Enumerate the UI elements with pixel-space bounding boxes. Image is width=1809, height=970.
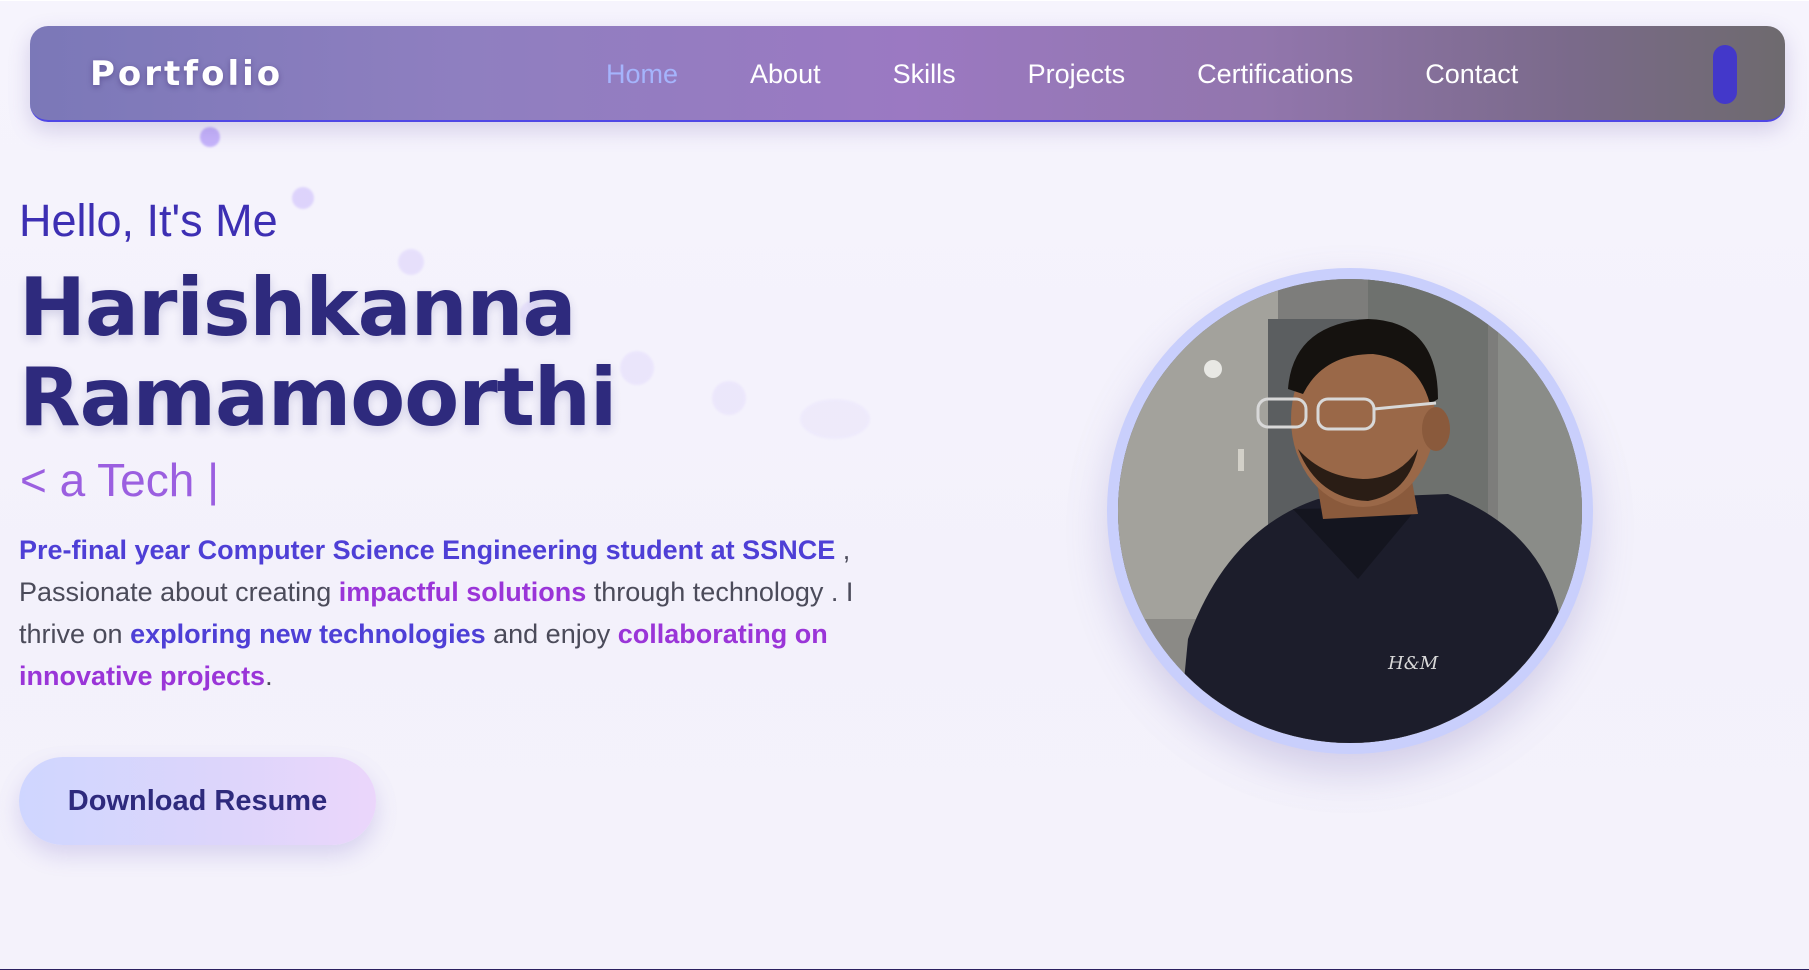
hero-name-last: Ramamoorthi	[19, 351, 617, 444]
page: Portfolio Home About Skills Projects Cer…	[0, 1, 1809, 969]
bio-highlight: exploring new technologies	[130, 619, 486, 649]
menu-toggle-icon[interactable]	[1713, 45, 1737, 104]
logo[interactable]: Portfolio	[90, 54, 283, 94]
particle-decoration	[712, 381, 746, 415]
nav-link-skills[interactable]: Skills	[893, 59, 956, 90]
nav-link-home[interactable]: Home	[606, 59, 678, 90]
bio-text: and enjoy	[485, 619, 618, 649]
particle-decoration	[200, 127, 220, 147]
nav-link-certifications[interactable]: Certifications	[1197, 59, 1353, 90]
typed-role-text: < a Tech |	[20, 454, 220, 506]
hero-name: Harishkanna Ramamoorthi	[19, 261, 617, 444]
nav-links: Home About Skills Projects Certification…	[606, 26, 1590, 122]
download-resume-button[interactable]: Download Resume	[19, 757, 376, 845]
bio-highlight: impactful solutions	[338, 577, 587, 607]
nav-link-contact[interactable]: Contact	[1425, 59, 1518, 90]
navbar: Portfolio Home About Skills Projects Cer…	[30, 26, 1785, 122]
bio-highlight: Pre-final year Computer Science Engineer…	[19, 535, 836, 565]
hero-name-first: Harishkanna	[19, 261, 576, 354]
hero-greeting: Hello, It's Me	[19, 195, 278, 246]
particle-decoration	[620, 351, 654, 385]
svg-text:H&M: H&M	[1387, 653, 1439, 674]
particle-decoration	[292, 187, 314, 209]
nav-link-about[interactable]: About	[750, 59, 821, 90]
nav-link-projects[interactable]: Projects	[1028, 59, 1126, 90]
profile-photo: H&M	[1118, 279, 1582, 743]
profile-photo-illustration: H&M	[1118, 279, 1582, 743]
bio-text: .	[265, 661, 273, 691]
hero-bio: Pre-final year Computer Science Engineer…	[19, 529, 869, 697]
avatar-ring: H&M	[1107, 268, 1593, 754]
particle-decoration	[800, 399, 870, 439]
